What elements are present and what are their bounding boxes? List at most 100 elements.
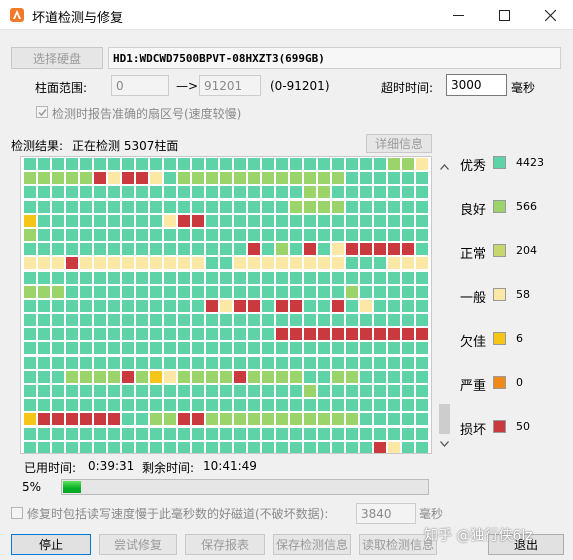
- repair-slow-input[interactable]: 3840: [356, 503, 416, 524]
- block-excellent: [80, 299, 92, 312]
- block-fair: [150, 257, 162, 270]
- block-good: [248, 413, 260, 426]
- block-excellent: [192, 158, 204, 170]
- block-excellent: [164, 228, 176, 241]
- block-excellent: [136, 271, 148, 284]
- block-excellent: [94, 385, 106, 397]
- stop-button[interactable]: 停止: [11, 534, 91, 555]
- block-excellent: [248, 328, 260, 341]
- block-excellent: [234, 314, 246, 327]
- block-excellent: [374, 427, 386, 440]
- block-excellent: [122, 399, 134, 412]
- block-excellent: [206, 200, 218, 213]
- block-bad: [276, 328, 288, 341]
- legend-swatch-normal: [493, 244, 506, 257]
- block-excellent: [346, 299, 358, 312]
- block-fair: [108, 257, 120, 270]
- block-excellent: [178, 314, 190, 327]
- block-good: [220, 172, 232, 185]
- checkmark-icon: [37, 108, 47, 116]
- grid-scrollbar[interactable]: [436, 156, 453, 454]
- block-excellent: [150, 285, 162, 298]
- block-excellent: [360, 285, 372, 298]
- block-excellent: [24, 158, 36, 170]
- block-good: [290, 413, 302, 426]
- block-excellent: [80, 342, 92, 355]
- block-excellent: [80, 243, 92, 256]
- block-excellent: [374, 228, 386, 241]
- block-excellent: [402, 228, 414, 241]
- save-report-button[interactable]: 保存报表: [185, 534, 265, 555]
- block-excellent: [360, 214, 372, 227]
- legend-severe: 严重 0: [460, 375, 570, 394]
- repair-slow-checkbox[interactable]: [11, 507, 23, 519]
- block-excellent: [24, 243, 36, 256]
- block-bad: [122, 172, 134, 185]
- block-excellent: [24, 342, 36, 355]
- window-title: 坏道检测与修复: [32, 11, 124, 26]
- close-button[interactable]: [527, 0, 573, 30]
- scroll-thumb[interactable]: [439, 404, 450, 434]
- block-excellent: [150, 158, 162, 170]
- legend-good: 良好 566: [460, 199, 570, 218]
- range-start-input[interactable]: 0: [111, 75, 169, 96]
- block-excellent: [416, 385, 428, 397]
- block-excellent: [388, 271, 400, 284]
- block-excellent: [416, 285, 428, 298]
- block-good: [220, 413, 232, 426]
- report-sector-checkbox[interactable]: [36, 106, 48, 118]
- block-excellent: [94, 299, 106, 312]
- block-excellent: [122, 342, 134, 355]
- range-end-input[interactable]: 91201: [199, 75, 261, 96]
- block-excellent: [94, 271, 106, 284]
- range-hint: (0-91201): [270, 79, 330, 93]
- block-excellent: [318, 228, 330, 241]
- block-excellent: [234, 228, 246, 241]
- legend-bad: 损坏 50: [460, 419, 570, 438]
- block-excellent: [108, 328, 120, 341]
- block-excellent: [66, 356, 78, 369]
- scroll-down-arrow[interactable]: [436, 435, 453, 452]
- block-fair: [276, 257, 288, 270]
- block-excellent: [178, 342, 190, 355]
- block-bad: [416, 328, 428, 341]
- details-button[interactable]: 详细信息: [366, 134, 432, 153]
- block-excellent: [122, 228, 134, 241]
- block-excellent: [192, 299, 204, 312]
- block-excellent: [290, 228, 302, 241]
- block-excellent: [192, 186, 204, 199]
- block-excellent: [220, 200, 232, 213]
- block-excellent: [38, 314, 50, 327]
- select-disk-button[interactable]: 选择硬盘: [11, 47, 103, 69]
- block-excellent: [108, 214, 120, 227]
- try-repair-button[interactable]: 尝试修复: [99, 534, 177, 555]
- block-excellent: [388, 413, 400, 426]
- block-excellent: [290, 399, 302, 412]
- title-bar: 坏道检测与修复: [0, 0, 573, 30]
- block-good: [332, 172, 344, 185]
- block-excellent: [346, 214, 358, 227]
- block-excellent: [66, 299, 78, 312]
- block-excellent: [38, 385, 50, 397]
- scroll-up-arrow[interactable]: [436, 158, 453, 175]
- block-excellent: [360, 228, 372, 241]
- block-good: [262, 413, 274, 426]
- block-bad: [94, 172, 106, 185]
- block-excellent: [38, 299, 50, 312]
- block-excellent: [220, 385, 232, 397]
- block-excellent: [94, 158, 106, 170]
- block-excellent: [66, 285, 78, 298]
- timeout-input[interactable]: 3000: [446, 74, 507, 96]
- block-excellent: [276, 427, 288, 440]
- block-excellent: [206, 271, 218, 284]
- block-excellent: [332, 399, 344, 412]
- block-excellent: [24, 370, 36, 383]
- block-excellent: [24, 314, 36, 327]
- block-excellent: [136, 413, 148, 426]
- save-info-button[interactable]: 保存检测信息: [273, 534, 351, 555]
- block-excellent: [262, 214, 274, 227]
- maximize-button[interactable]: [481, 0, 527, 30]
- minimize-button[interactable]: [435, 0, 481, 30]
- block-excellent: [80, 228, 92, 241]
- block-good: [304, 200, 316, 213]
